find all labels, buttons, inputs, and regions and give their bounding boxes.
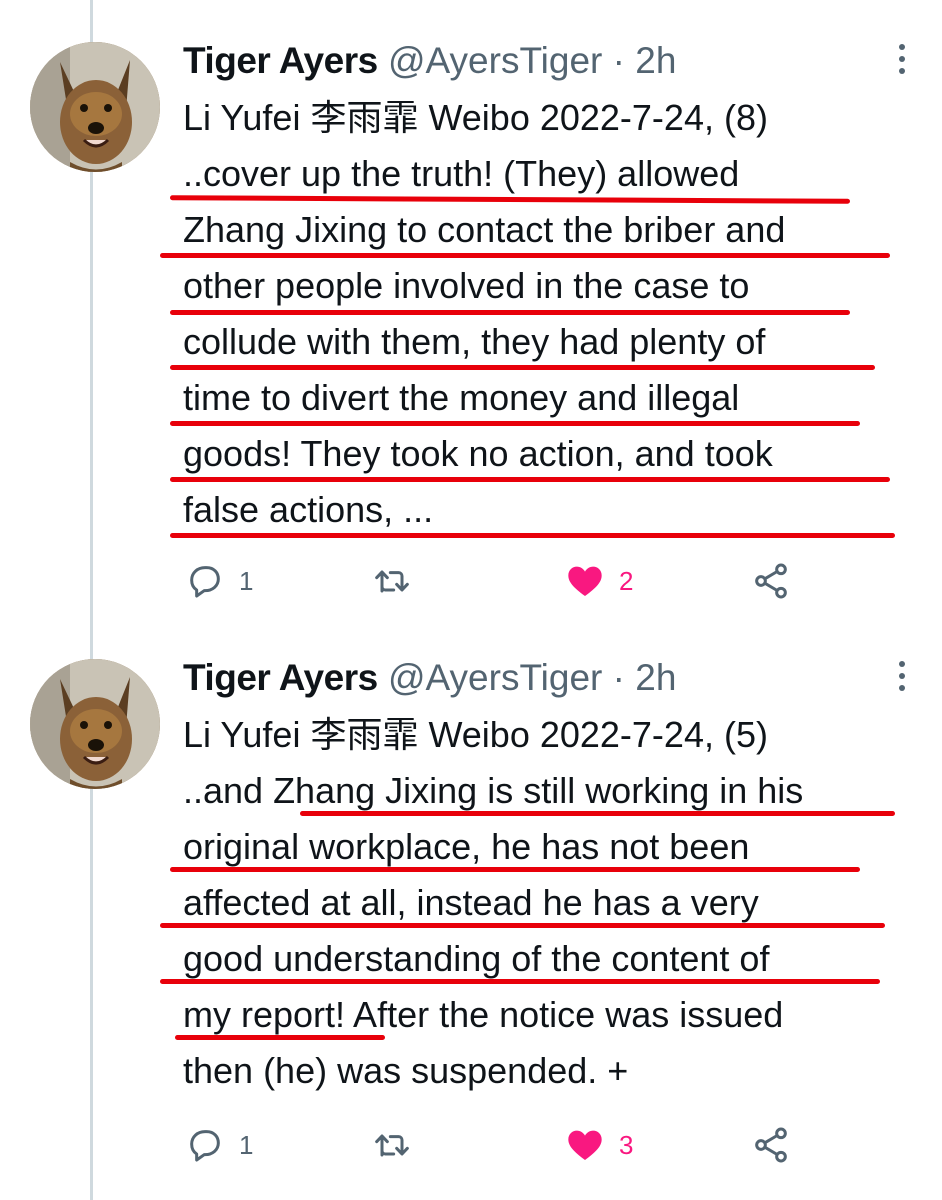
retweet-button[interactable]: [371, 556, 413, 606]
reply-button[interactable]: 1: [185, 556, 253, 606]
tweet-actions: 1 3: [183, 1120, 903, 1170]
annotation-underline: [300, 811, 895, 816]
reply-icon: [190, 1130, 220, 1162]
like-button[interactable]: 3: [565, 1120, 633, 1170]
tweet-text-line: Li Yufei 李雨霏 Weibo 2022-7-24, (5): [183, 714, 768, 755]
more-options-icon[interactable]: [894, 44, 910, 86]
reply-count: 1: [239, 565, 254, 596]
tweet-text-line: collude with them, they had plenty of: [183, 321, 766, 362]
author-handle[interactable]: @AyersTiger: [388, 40, 602, 81]
like-button[interactable]: 2: [565, 556, 633, 606]
avatar[interactable]: [30, 42, 160, 172]
tweet-text-line: false actions, ...: [183, 489, 434, 530]
tweet-text-line: other people involved in the case to: [183, 265, 750, 306]
dog-avatar-image: [30, 42, 160, 172]
tweet-header: Tiger Ayers @AyersTiger · 2h: [183, 38, 676, 84]
annotation-underline: [160, 923, 885, 928]
share-icon: [755, 1127, 787, 1163]
heart-filled-icon: [568, 1130, 602, 1160]
tweet-1[interactable]: Tiger Ayers @AyersTiger · 2h Li Yufei 李雨…: [0, 38, 942, 618]
annotation-underline: [160, 253, 890, 258]
reply-button[interactable]: 1: [185, 1120, 253, 1170]
avatar[interactable]: [30, 659, 160, 789]
annotation-underline: [170, 867, 860, 872]
dog-avatar-image: [30, 659, 160, 789]
retweet-icon: [375, 1134, 409, 1157]
tweet-2[interactable]: Tiger Ayers @AyersTiger · 2h Li Yufei 李雨…: [0, 655, 942, 1175]
separator: ·: [612, 657, 625, 698]
annotation-underline: [170, 477, 890, 482]
share-icon: [755, 563, 787, 599]
timestamp[interactable]: 2h: [635, 40, 676, 81]
tweet-text-line: time to divert the money and illegal: [183, 377, 740, 418]
retweet-icon: [375, 570, 409, 593]
annotation-underline: [170, 310, 850, 315]
reply-count: 1: [239, 1129, 254, 1160]
author-name[interactable]: Tiger Ayers: [183, 40, 378, 81]
annotation-underline: [175, 533, 495, 538]
retweet-button[interactable]: [371, 1120, 413, 1170]
tweet-text-line: goods! They took no action, and took: [183, 433, 773, 474]
author-handle[interactable]: @AyersTiger: [388, 657, 602, 698]
tweet-text: Li Yufei 李雨霏 Weibo 2022-7-24, (5) ..and …: [183, 707, 913, 1099]
like-count: 3: [619, 1129, 634, 1160]
tweet-text-line: then (he) was suspended. +: [183, 1050, 629, 1091]
author-name[interactable]: Tiger Ayers: [183, 657, 378, 698]
share-button[interactable]: [751, 556, 791, 606]
more-options-icon[interactable]: [894, 661, 910, 703]
annotation-underline: [170, 365, 875, 370]
share-button[interactable]: [751, 1120, 791, 1170]
annotation-underline: [175, 1035, 385, 1040]
tweet-actions: 1 2: [183, 556, 903, 606]
heart-filled-icon: [568, 566, 602, 596]
tweet-header: Tiger Ayers @AyersTiger · 2h: [183, 655, 676, 701]
reply-icon: [190, 566, 220, 598]
tweet-text-line: ..cover up the truth! (They) allowed: [183, 153, 740, 194]
tweet-text-line: Zhang Jixing to contact the briber and: [183, 209, 786, 250]
separator: ·: [612, 40, 625, 81]
timestamp[interactable]: 2h: [635, 657, 676, 698]
like-count: 2: [619, 565, 634, 596]
tweet-text-line: Li Yufei 李雨霏 Weibo 2022-7-24, (8): [183, 97, 768, 138]
annotation-underline: [160, 979, 880, 984]
annotation-underline: [170, 421, 860, 426]
